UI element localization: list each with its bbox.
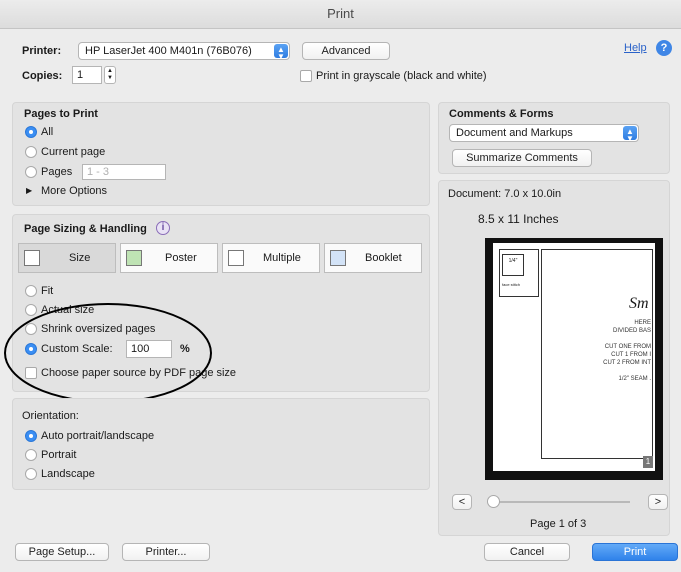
auto-orientation-label: Auto portrait/landscape xyxy=(41,430,155,442)
preview-paper: 1/4" face stitch Sm HERE DIVIDED BAS CUT… xyxy=(493,243,655,471)
landscape-radio[interactable] xyxy=(25,468,37,480)
page-preview: 1/4" face stitch Sm HERE DIVIDED BAS CUT… xyxy=(485,238,663,480)
comments-forms-select[interactable]: Document and Markups ▲ ▼ xyxy=(449,124,639,142)
printer-button[interactable]: Printer... xyxy=(122,543,210,561)
cancel-button[interactable]: Cancel xyxy=(484,543,570,561)
pattern-note: CUT 2 FROM INT xyxy=(603,360,651,366)
pattern-note: HERE xyxy=(634,320,651,326)
page-setup-button[interactable]: Page Setup... xyxy=(15,543,109,561)
prev-page-button[interactable]: < xyxy=(452,494,472,510)
portrait-radio[interactable] xyxy=(25,449,37,461)
landscape-label: Landscape xyxy=(41,468,95,480)
pattern-box: 1/4" face stitch xyxy=(499,249,539,297)
document-size-label: Document: 7.0 x 10.0in xyxy=(448,188,562,200)
pattern-box-inner: 1/4" xyxy=(502,254,524,276)
pattern-note: 1/2" SEAM . xyxy=(618,376,651,382)
preview-slider-thumb[interactable] xyxy=(487,495,500,508)
pattern-note: DIVIDED BAS xyxy=(612,328,651,334)
preview-page-number: 1 xyxy=(643,456,653,468)
next-page-button[interactable]: > xyxy=(648,494,668,510)
summarize-comments-button[interactable]: Summarize Comments xyxy=(452,149,592,167)
preview-slider-track[interactable] xyxy=(490,501,630,503)
portrait-label: Portrait xyxy=(41,449,77,461)
comments-forms-value: Document and Markups xyxy=(456,127,573,139)
pattern-notes: HERE DIVIDED BAS CUT ONE FROM CUT 1 FROM… xyxy=(597,319,651,383)
paper-size-label: 8.5 x 11 Inches xyxy=(478,212,559,226)
auto-orientation-radio[interactable] xyxy=(25,430,37,442)
comments-forms-title: Comments & Forms xyxy=(449,108,554,120)
popup-arrows-icon: ▲ ▼ xyxy=(623,126,637,141)
pattern-note: CUT 1 FROM I xyxy=(611,352,651,358)
page-indicator: Page 1 of 3 xyxy=(530,518,587,530)
pattern-note: CUT ONE FROM xyxy=(604,344,651,350)
print-button[interactable]: Print xyxy=(592,543,678,561)
brand-logo: Sm xyxy=(629,295,649,312)
orientation-title: Orientation: xyxy=(22,410,79,422)
pattern-box-caption: face stitch xyxy=(502,282,521,287)
